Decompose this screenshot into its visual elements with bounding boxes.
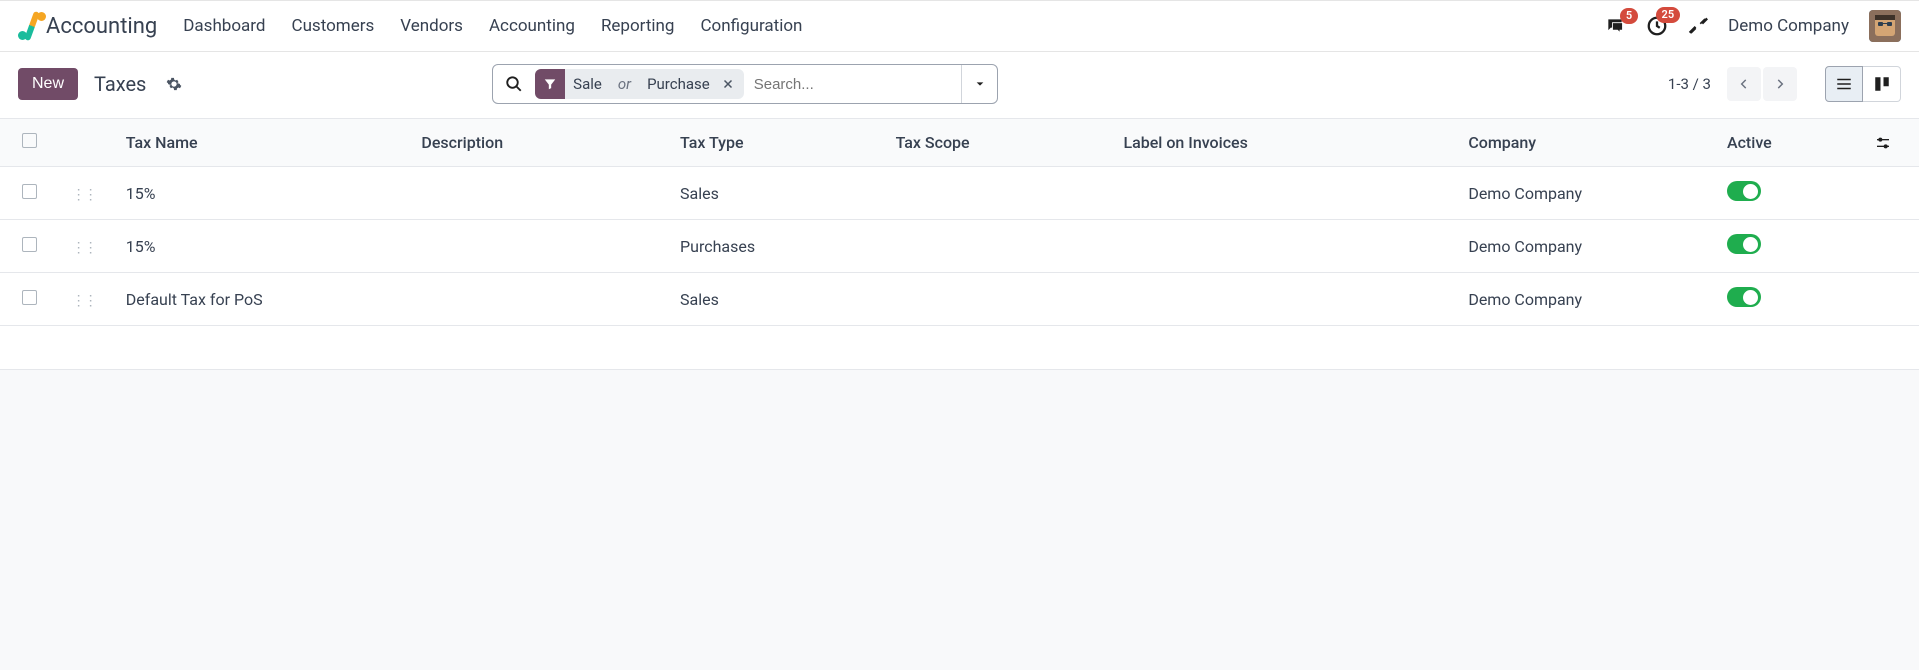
- messages-button[interactable]: 5: [1604, 16, 1626, 36]
- cell-description: [411, 220, 670, 273]
- cell-label-invoices: [1113, 220, 1458, 273]
- cell-tax-scope: [886, 167, 1114, 220]
- cell-tax-type: Sales: [670, 273, 886, 326]
- pager-text[interactable]: 1-3 / 3: [1668, 75, 1711, 93]
- table-row[interactable]: ⋮⋮ 15% Sales Demo Company: [0, 167, 1919, 220]
- debug-button[interactable]: [1688, 16, 1708, 36]
- drag-handle-icon[interactable]: ⋮⋮: [72, 240, 96, 256]
- optional-columns-button[interactable]: [1875, 135, 1901, 151]
- gear-icon: [166, 76, 182, 92]
- activities-badge: 25: [1656, 7, 1681, 23]
- cell-tax-scope: [886, 220, 1114, 273]
- search-icon: [505, 75, 523, 93]
- drag-handle-icon[interactable]: ⋮⋮: [72, 187, 96, 203]
- menu-reporting[interactable]: Reporting: [601, 16, 675, 36]
- cell-tax-name: 15%: [116, 167, 412, 220]
- cell-tax-name: 15%: [116, 220, 412, 273]
- actions-gear-button[interactable]: [166, 76, 182, 92]
- header-label-invoices[interactable]: Label on Invoices: [1113, 119, 1458, 167]
- table-row[interactable]: ⋮⋮ 15% Purchases Demo Company: [0, 220, 1919, 273]
- activities-button[interactable]: 25: [1646, 15, 1668, 37]
- active-toggle[interactable]: [1727, 287, 1761, 307]
- menu-dashboard[interactable]: Dashboard: [183, 16, 265, 36]
- pager-prev-button[interactable]: [1727, 67, 1761, 101]
- select-all-checkbox[interactable]: [22, 133, 37, 148]
- cell-tax-scope: [886, 273, 1114, 326]
- search-facet: Sale or Purchase: [535, 69, 744, 99]
- app-logo[interactable]: [18, 12, 46, 40]
- facet-value-a: Sale: [565, 75, 610, 93]
- pager: 1-3 / 3: [1668, 66, 1901, 102]
- row-checkbox[interactable]: [22, 237, 37, 252]
- active-toggle[interactable]: [1727, 234, 1761, 254]
- header-tax-scope[interactable]: Tax Scope: [886, 119, 1114, 167]
- pager-next-button[interactable]: [1763, 67, 1797, 101]
- facet-remove-button[interactable]: [718, 78, 744, 90]
- main-menu: Dashboard Customers Vendors Accounting R…: [183, 16, 802, 36]
- cell-description: [411, 273, 670, 326]
- menu-vendors[interactable]: Vendors: [400, 16, 463, 36]
- cell-company: Demo Company: [1458, 167, 1717, 220]
- new-button[interactable]: New: [18, 68, 78, 100]
- taxes-table: Tax Name Description Tax Type Tax Scope …: [0, 118, 1919, 370]
- cell-label-invoices: [1113, 273, 1458, 326]
- user-avatar[interactable]: [1869, 10, 1901, 42]
- filter-icon: [543, 77, 557, 91]
- top-nav: Accounting Dashboard Customers Vendors A…: [0, 0, 1919, 52]
- menu-configuration[interactable]: Configuration: [700, 16, 802, 36]
- filter-icon-box[interactable]: [535, 69, 565, 99]
- app-name[interactable]: Accounting: [46, 14, 157, 39]
- cell-tax-name: Default Tax for PoS: [116, 273, 412, 326]
- facet-or: or: [610, 75, 639, 93]
- search-input[interactable]: [748, 76, 961, 93]
- breadcrumb: Taxes: [94, 72, 146, 96]
- cell-label-invoices: [1113, 167, 1458, 220]
- list-icon: [1835, 75, 1853, 93]
- list-view-button[interactable]: [1825, 66, 1863, 102]
- row-checkbox[interactable]: [22, 184, 37, 199]
- tools-icon: [1688, 16, 1708, 36]
- drag-handle-icon[interactable]: ⋮⋮: [72, 293, 96, 309]
- cell-description: [411, 167, 670, 220]
- caret-down-icon: [975, 79, 985, 89]
- company-switcher[interactable]: Demo Company: [1728, 16, 1849, 36]
- close-icon: [722, 78, 734, 90]
- menu-accounting[interactable]: Accounting: [489, 16, 575, 36]
- cell-company: Demo Company: [1458, 273, 1717, 326]
- search-icon-box[interactable]: [493, 75, 535, 93]
- header-tax-name[interactable]: Tax Name: [116, 119, 412, 167]
- avatar-icon: [1869, 10, 1901, 42]
- control-panel: New Taxes Sale or Purchase 1-3 / 3: [0, 52, 1919, 118]
- empty-area: [0, 370, 1919, 670]
- kanban-view-button[interactable]: [1863, 66, 1901, 102]
- header-active[interactable]: Active: [1717, 119, 1865, 167]
- header-company[interactable]: Company: [1458, 119, 1717, 167]
- chevron-left-icon: [1737, 77, 1751, 91]
- menu-customers[interactable]: Customers: [292, 16, 375, 36]
- messages-badge: 5: [1620, 8, 1638, 24]
- row-checkbox[interactable]: [22, 290, 37, 305]
- cell-tax-type: Sales: [670, 167, 886, 220]
- search-options-toggle[interactable]: [961, 65, 997, 103]
- facet-value-b: Purchase: [639, 75, 718, 93]
- table-footer-row: [0, 326, 1919, 370]
- header-description[interactable]: Description: [411, 119, 670, 167]
- cell-tax-type: Purchases: [670, 220, 886, 273]
- table-row[interactable]: ⋮⋮ Default Tax for PoS Sales Demo Compan…: [0, 273, 1919, 326]
- search-bar: Sale or Purchase: [492, 64, 998, 104]
- active-toggle[interactable]: [1727, 181, 1761, 201]
- sliders-icon: [1875, 135, 1891, 151]
- chevron-right-icon: [1773, 77, 1787, 91]
- cell-company: Demo Company: [1458, 220, 1717, 273]
- header-tax-type[interactable]: Tax Type: [670, 119, 886, 167]
- kanban-icon: [1873, 75, 1891, 93]
